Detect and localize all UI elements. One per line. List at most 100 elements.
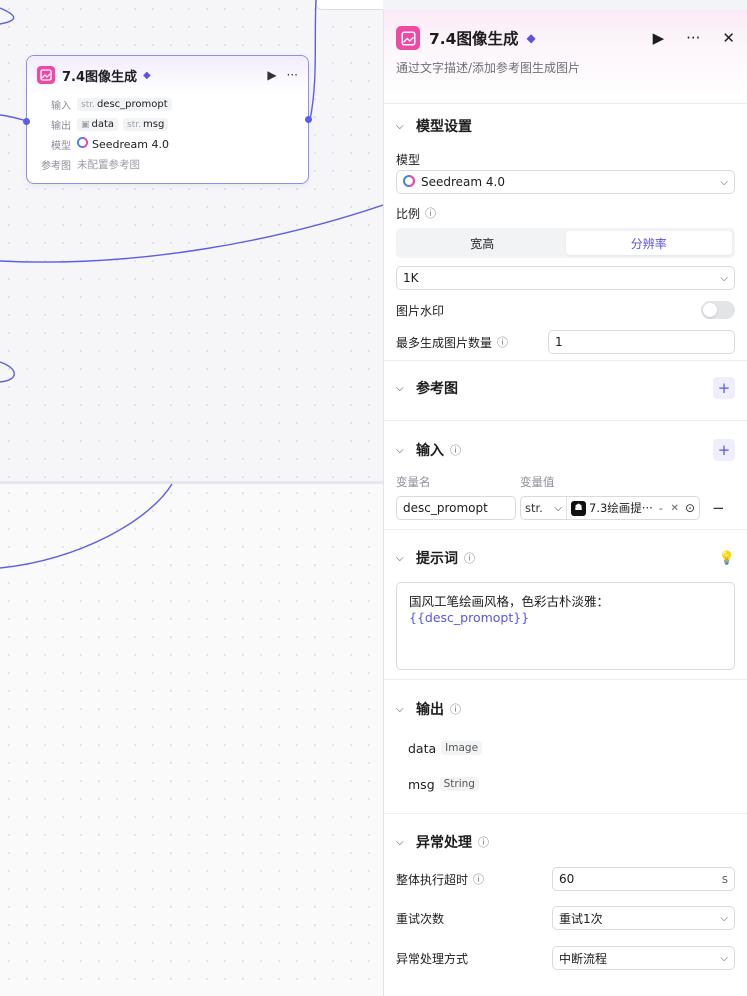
info-icon[interactable]: ⓘ [450,701,461,717]
prompt-editor[interactable]: 国风工笔绘画风格，色彩古朴淡雅：{{desc_promopt}} [396,582,735,670]
inputs-header[interactable]: ⌵ 输入 ⓘ + [396,421,735,473]
ratio-label-text: 比例 [396,206,421,221]
chevron-down-icon: ⌵ [720,272,728,284]
node-title: 7.4图像生成 [62,69,138,85]
error-mode-select[interactable]: 中断流程 ⌵ [552,946,735,970]
chevron-down-icon: ⌵ [720,176,728,188]
output-type-badge: Image [441,741,483,755]
retry-select[interactable]: 重试1次 ⌵ [552,906,735,930]
image-type-icon: ▣ [81,119,90,130]
chevron-down-icon[interactable]: ⌵ [396,121,416,132]
max-count-input[interactable]: 1 [548,330,735,354]
info-icon[interactable]: ⓘ [425,205,436,221]
section-title: 异常处理 [416,835,472,851]
image-icon [396,26,420,50]
retry-value: 重试1次 [559,911,603,926]
var-name-input[interactable]: desc_promopt [396,496,516,520]
edge-curve [309,0,317,121]
chevron-down-icon[interactable]: ⌵ [396,383,416,394]
panel-description: 通过文字描述/添加参考图生成图片 [396,61,581,75]
chevron-down-icon[interactable]: ⌵ [396,445,416,456]
retry-row: 重试次数 重试1次 ⌵ [396,898,735,938]
model-settings-header[interactable]: ⌵ 模型设置 [396,104,735,148]
edge-curve [0,361,15,383]
col-var-name: 变量名 [396,475,431,489]
edge-curve [0,7,15,25]
col-var-value: 变量值 [520,475,555,489]
error-handling-section: ⌵ 异常处理 ⓘ 整体执行超时 ⓘ 60 s 重试次数 重试1次 ⌵ 异常处理方式… [384,814,747,978]
seedream-logo-icon [77,137,88,151]
input-port[interactable] [23,118,30,125]
target-icon[interactable]: ⊙ [685,501,695,515]
panel-title[interactable]: 7.4图像生成 [429,27,518,49]
prompt-header[interactable]: ⌵ 提示词 ⓘ 💡 [396,530,735,582]
error-handling-header[interactable]: ⌵ 异常处理 ⓘ [396,814,735,862]
prompt-variable[interactable]: {{desc_promopt}} [409,610,529,625]
add-reference-button[interactable]: + [713,377,735,399]
inputs-section: ⌵ 输入 ⓘ + 变量名 变量值 desc_promopt str. ⌵ ☗ 7.… [384,421,747,530]
model-settings-section: ⌵ 模型设置 模型 Seedream 4.0 ⌵ 比例 ⓘ 宽高 分辨率 1K ⌵… [384,104,747,361]
node-ref-row: 参考图 未配置参考图 [27,154,308,174]
seg-option-resolution[interactable]: 分辨率 [565,231,732,255]
output-label: 输出 [51,120,71,132]
node-output-row: 输出 ▣ data str. msg [27,114,308,134]
section-title: 模型设置 [416,119,472,135]
resolution-value: 1K [403,271,419,285]
ref-label: 参考图 [41,160,71,172]
node-input-row: 输入 str. desc_promopt [27,94,308,114]
remove-input-button[interactable]: − [712,499,725,517]
model-value: Seedream 4.0 [92,137,169,151]
more-options-icon[interactable]: ··· [287,68,298,82]
timeout-input[interactable]: 60 s [552,867,735,891]
timeout-label-text: 整体执行超时 [396,872,469,887]
tag-name: msg [143,118,165,130]
edge-curve [0,204,383,263]
info-icon[interactable]: ⓘ [497,334,508,350]
run-node-icon[interactable]: ▶ [267,68,276,82]
retry-label: 重试次数 [396,911,445,926]
close-icon[interactable]: ✕ [722,29,735,47]
info-icon[interactable]: ⓘ [478,834,489,850]
node-header: 7.4图像生成 ◆ ▶ ··· [27,56,308,94]
ratio-segmented-control[interactable]: 宽高 分辨率 [396,228,735,258]
image-icon [37,66,55,84]
var-value-reference[interactable]: str. ⌵ ☗ 7.3绘画提··· - ✕ ⊙ [520,496,700,520]
reference-header[interactable]: ⌵ 参考图 + [396,361,735,415]
seg-option-width-height[interactable]: 宽高 [399,231,566,255]
run-node-icon[interactable]: ▶ [653,29,665,47]
info-icon[interactable]: ⓘ [450,442,461,458]
output-tag-data: ▣ data [77,117,119,131]
node-config-panel: 7.4图像生成 ◆ ▶ ··· ✕ 通过文字描述/添加参考图生成图片 ⌵ 模型设… [383,10,747,996]
type-select[interactable]: str. ⌵ [525,497,567,519]
resolution-select[interactable]: 1K ⌵ [396,266,735,290]
output-name: msg [408,776,435,792]
output-type-badge: String [439,777,479,791]
type-value: str. [525,501,543,515]
type-hint: str. [81,99,95,110]
tag-name: data [91,118,115,130]
tag-name: desc_promopt [96,98,168,110]
model-select[interactable]: Seedream 4.0 ⌵ [396,170,735,194]
image-gen-node[interactable]: 7.4图像生成 ◆ ▶ ··· 输入 str. desc_promopt 输出 ▣… [23,55,312,184]
outputs-section: ⌵ 输出 ⓘ data Image msg String [384,680,747,814]
lightbulb-icon[interactable]: 💡 [719,551,735,566]
info-icon[interactable]: ⓘ [464,550,475,566]
timeout-label: 整体执行超时 ⓘ [396,871,552,888]
more-options-icon[interactable]: ··· [686,29,700,47]
add-input-button[interactable]: + [713,439,735,461]
timeout-row: 整体执行超时 ⓘ 60 s [396,862,735,896]
chevron-down-icon: ⌵ [554,502,562,514]
outputs-header[interactable]: ⌵ 输出 ⓘ [396,680,735,730]
clear-icon[interactable]: ✕ [671,503,679,514]
chevron-down-icon[interactable]: ⌵ [396,837,416,848]
chevron-down-icon: ⌵ [720,912,728,924]
workflow-canvas[interactable]: 7.4图像生成 ◆ ▶ ··· 输入 str. desc_promopt 输出 ▣… [0,0,383,996]
section-title: 输出 [416,702,444,718]
watermark-toggle[interactable] [701,301,735,319]
model-label: 模型 [51,140,71,152]
info-icon[interactable]: ⓘ [473,871,484,887]
output-port[interactable] [305,116,312,123]
chevron-down-icon[interactable]: ⌵ [396,553,416,564]
chevron-down-icon[interactable]: ⌵ [396,704,416,715]
timeout-unit: s [721,872,728,886]
